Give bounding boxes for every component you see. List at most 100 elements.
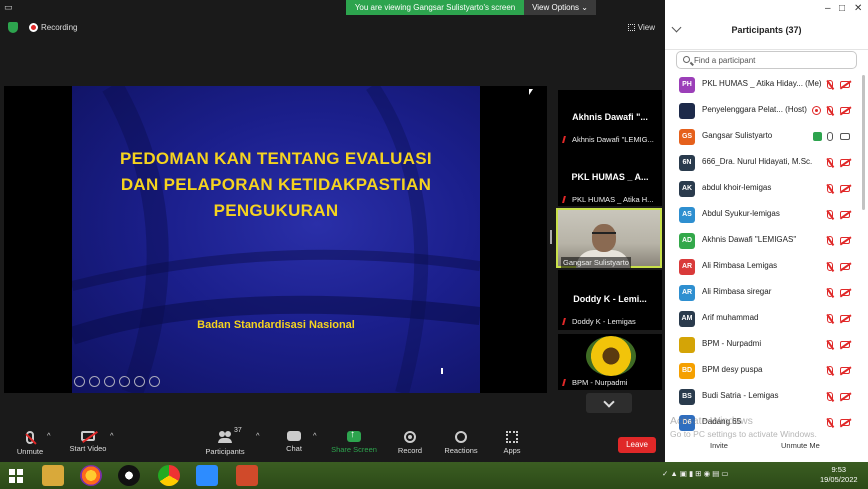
next-slide-icon[interactable] [89,376,100,387]
slides-icon[interactable] [119,376,130,387]
slide-title-line: PENGUKURAN [213,201,339,220]
prev-slide-icon[interactable] [74,376,85,387]
participant-row[interactable]: AR Ali Rimbasa siregar [665,280,860,306]
security-shield-icon[interactable] [8,22,18,33]
participant-row[interactable]: BPM - Nurpadmi [665,332,860,358]
meeting-toolbar: Unmute ^ Start Video ^ Participants 37 ^… [0,425,665,463]
slide-background-waves [72,86,480,393]
video-off-icon [840,81,850,88]
search-icon [683,56,690,63]
participant-row[interactable]: GS Gangsar Sulistyarto [665,124,860,150]
view-button[interactable]: View [627,23,655,32]
file-explorer-icon[interactable] [42,465,64,486]
muted-mic-icon [827,262,833,271]
share-banner: You are viewing Gangsar Sulistyarto's sc… [346,0,596,15]
speaker-glasses [592,232,616,237]
avatar: AS [679,207,695,223]
chrome-icon[interactable] [158,465,180,486]
participants-count: 37 [234,427,242,434]
participant-row[interactable]: PH PKL HUMAS _ Atika Hiday... (Me) [665,72,860,98]
taskbar-clock[interactable]: 9:53 19/05/2022 [820,465,858,485]
unmute-me-button[interactable]: Unmute Me [781,441,820,450]
windows-taskbar: ✓ ▲ ▣ ▮ ⊞ ◉ ▤ ▭ 9:53 19/05/2022 [0,462,868,489]
firefox-icon[interactable] [80,465,102,486]
participant-name: BPM desy puspa [702,365,763,374]
video-off-icon [840,315,850,322]
participants-button[interactable]: Participants [203,431,247,456]
start-button-icon[interactable] [9,469,23,483]
view-options-button[interactable]: View Options ⌄ [524,0,596,15]
chat-label: Chat [286,444,302,453]
panel-header: – □ ✕ Participants (37) [665,0,868,50]
leave-button[interactable]: Leave [618,437,656,453]
sunflower-avatar [586,336,636,376]
zoom-app-icon[interactable] [196,465,218,486]
split-handle[interactable] [550,230,552,244]
muted-mic-icon [827,288,833,297]
muted-mic-icon [827,340,833,349]
video-tile[interactable]: BPM - Nurpadmi [558,334,662,390]
zoom-meeting-window: ▭ You are viewing Gangsar Sulistyarto's … [0,0,665,463]
participants-options-chevron-icon[interactable]: ^ [256,431,260,440]
avatar [679,103,695,119]
gallery-scroll-down-button[interactable] [586,393,632,413]
participant-row[interactable]: AM Arif muhammad [665,306,860,332]
participant-name: Abdul Syukur-lemigas [702,209,780,218]
zoom-icon[interactable] [134,376,145,387]
tile-label: Doddy K - Lemigas [561,316,638,327]
minimize-icon[interactable]: – [825,3,831,14]
avatar [679,337,695,353]
video-off-icon [840,367,850,374]
media-player-icon[interactable] [118,465,140,486]
chat-button[interactable]: Chat [281,431,307,453]
participant-row[interactable]: AR Ali Rimbasa Lemigas [665,254,860,280]
participant-row[interactable]: AK abdul khoir-lemigas [665,176,860,202]
participant-row[interactable]: 6N 666_Dra. Nurul Hidayati, M.Sc. [665,150,860,176]
maximize-icon[interactable]: □ [839,3,845,14]
close-icon[interactable]: ✕ [854,3,862,14]
video-off-icon [840,107,850,114]
powerpoint-icon[interactable] [236,465,258,486]
video-tile[interactable]: Doddy K - Lemi... Doddy K - Lemigas [558,270,662,330]
participant-name: PKL HUMAS _ Atika Hiday... (Me) [702,79,822,88]
record-icon [404,431,416,443]
muted-mic-icon [827,158,833,167]
reactions-button[interactable]: Reactions [442,431,480,455]
share-screen-button[interactable]: Share Screen [330,429,378,454]
participant-search[interactable] [676,51,857,69]
record-button[interactable]: Record [395,431,425,455]
pen-icon[interactable] [104,376,115,387]
participant-row[interactable]: BD BPM desy puspa [665,358,860,384]
participant-row[interactable]: AS Abdul Syukur-lemigas [665,202,860,228]
video-options-chevron-icon[interactable]: ^ [110,431,114,440]
presentation-slide: PEDOMAN KAN TENTANG EVALUASI DAN PELAPOR… [72,86,480,393]
participant-row[interactable]: Penyelenggara Pelat... (Host) [665,98,860,124]
view-options-label: View Options [532,3,580,12]
participant-row[interactable]: BS Budi Satria - Lemigas [665,384,860,410]
video-icon [840,133,850,140]
panel-scrollbar[interactable] [862,75,865,210]
screen: ▭ You are viewing Gangsar Sulistyarto's … [0,0,868,489]
tile-label: Gangsar Sulistyarto [561,257,631,268]
system-tray-icons[interactable]: ✓ ▲ ▣ ▮ ⊞ ◉ ▤ ▭ [662,469,729,478]
slide-controls [74,376,160,387]
record-label: Record [397,446,423,455]
unmute-button[interactable]: Unmute [14,431,46,456]
more-icon[interactable] [149,376,160,387]
video-tile[interactable]: Akhnis Dawafi "... Akhnis Dawafi "LEMIG.… [558,90,662,148]
active-speaker-tile[interactable]: Gangsar Sulistyarto [556,208,662,268]
start-video-button[interactable]: Start Video [66,431,110,453]
invite-button[interactable]: Invite [710,441,728,450]
video-tile[interactable]: PKL HUMAS _ A... PKL HUMAS _ Atika H... [558,148,662,206]
chat-options-chevron-icon[interactable]: ^ [313,431,317,440]
participant-list: PH PKL HUMAS _ Atika Hiday... (Me) Penyele… [665,72,860,436]
muted-mic-icon [827,366,833,375]
apps-button[interactable]: Apps [499,431,525,455]
search-input[interactable] [694,53,854,67]
tile-name: Doddy K - Lemi... [573,294,647,304]
share-banner-message: You are viewing Gangsar Sulistyarto's sc… [346,0,525,15]
video-off-icon [840,211,850,218]
participant-name: Ali Rimbasa siregar [702,287,772,296]
audio-options-chevron-icon[interactable]: ^ [47,431,51,440]
participant-row[interactable]: AD Akhnis Dawafi "LEMIGAS" [665,228,860,254]
